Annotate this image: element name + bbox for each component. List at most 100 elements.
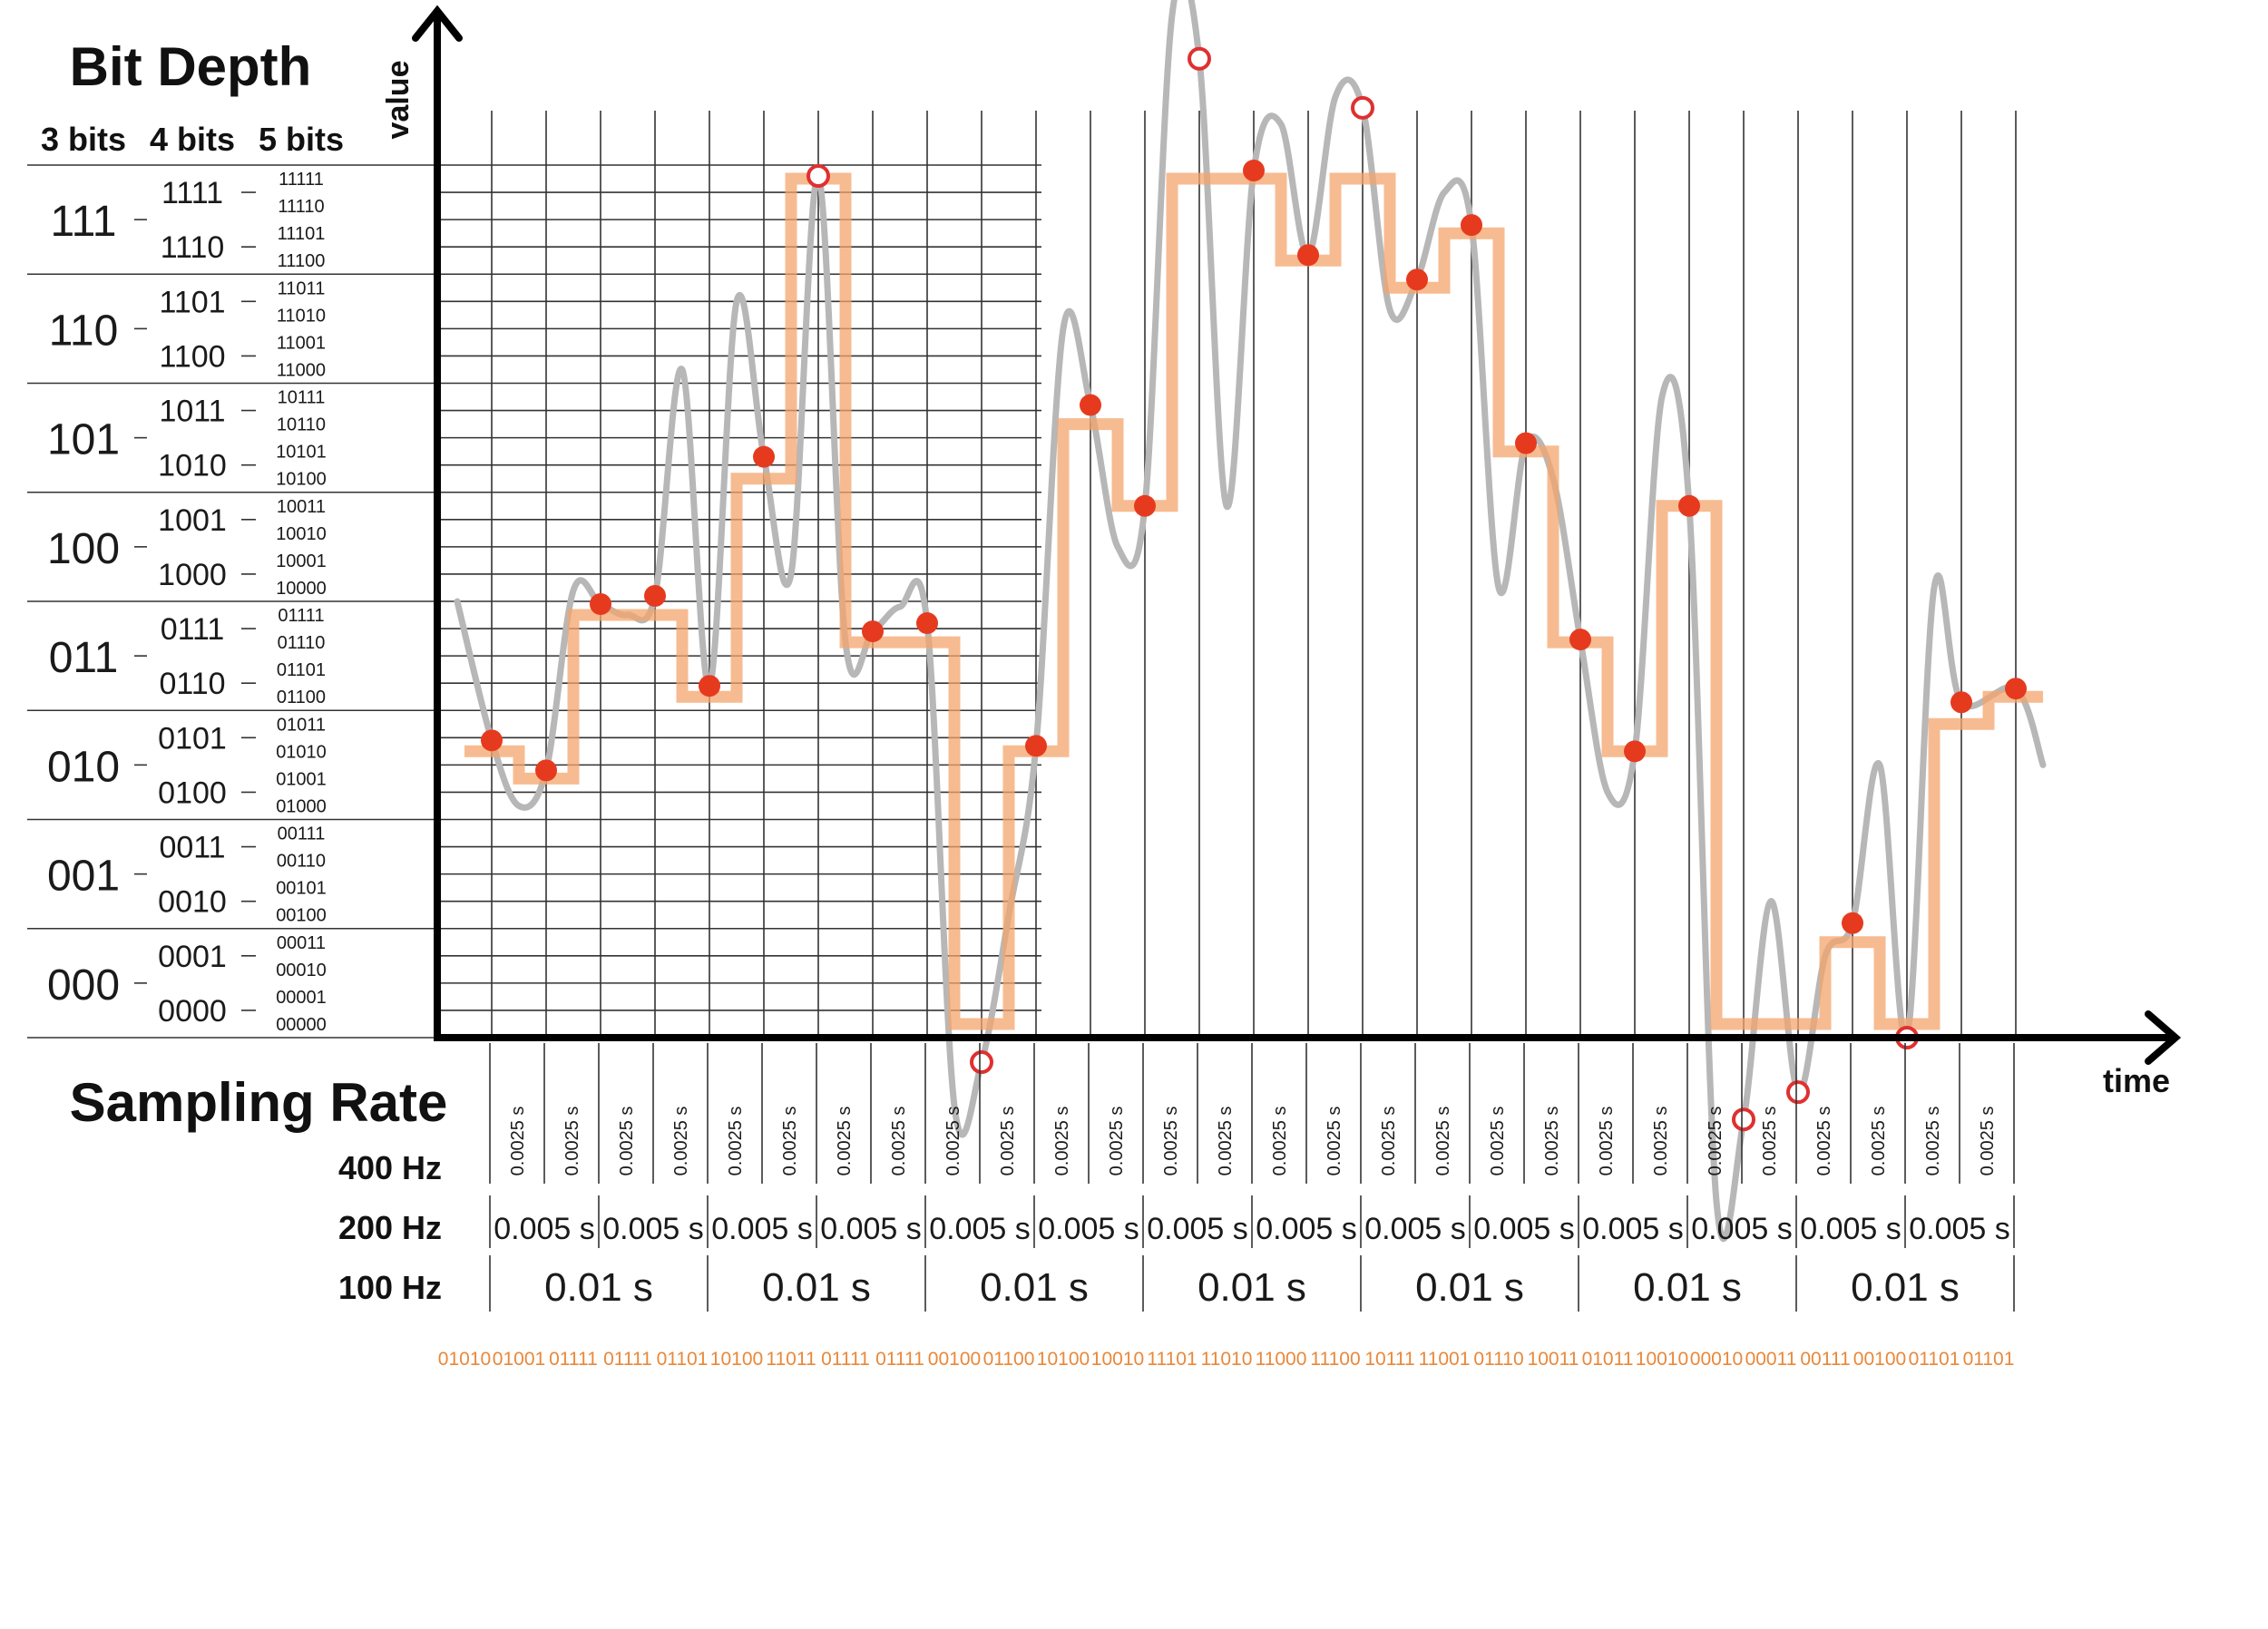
y-axis-label: value: [381, 61, 415, 140]
sample-point: [644, 584, 666, 607]
bit-code-5bit: 10001: [276, 551, 327, 571]
sample-point: [1678, 494, 1700, 517]
sample-point: [590, 593, 611, 616]
bit-code-4bit: 0100: [158, 775, 227, 810]
bit-code-5bit: 10101: [276, 443, 327, 463]
period-label-200hz: 0.005 s: [1473, 1212, 1575, 1246]
bit-depth-legend: Bit Depth 3 bits 4 bits 5 bits 111110101…: [41, 36, 344, 1035]
bit-code-4bit: 0111: [161, 612, 225, 647]
sample-point: [753, 445, 775, 468]
sample-point: [1569, 629, 1591, 651]
period-label-200hz: 0.005 s: [1038, 1212, 1139, 1246]
sample-point-clipped: [970, 1050, 993, 1075]
sampling-rate-legend: Sampling Rate 400 Hz 200 Hz 100 Hz 0.002…: [70, 1043, 2015, 1312]
rate-label-100hz: 100 Hz: [338, 1269, 442, 1306]
sample-point: [1624, 740, 1646, 763]
period-label-200hz: 0.005 s: [602, 1212, 704, 1246]
bit-code-5bit: 11101: [278, 224, 326, 244]
bit-code-5bit: 01000: [276, 796, 327, 816]
bit-code-4bit: 1100: [159, 339, 225, 374]
bit-code-5bit: 00010: [276, 961, 327, 980]
period-label-400hz: 0.0025 s: [1869, 1107, 1889, 1176]
bitstream-word: 10010: [1636, 1349, 1688, 1370]
bit-code-5bit: 00011: [277, 933, 326, 953]
bit-code-5bit: 01010: [276, 742, 327, 762]
bit-code-5bit: 10010: [276, 524, 327, 544]
bitstream-word: 10010: [1091, 1349, 1144, 1370]
bit-code-4bit: 0010: [158, 885, 227, 920]
bit-code-5bit: 00110: [277, 852, 326, 872]
bit-code-5bit: 00111: [278, 824, 326, 844]
period-label-400hz: 0.0025 s: [1814, 1107, 1834, 1176]
rate-label-200hz: 200 Hz: [338, 1209, 442, 1246]
sample-point: [1842, 912, 1863, 934]
bitstream-word: 01010: [438, 1349, 491, 1370]
bitstream-word: 11001: [1419, 1349, 1471, 1370]
bitstream-word: 01111: [821, 1349, 870, 1370]
period-label-400hz: 0.0025 s: [1706, 1107, 1725, 1176]
bitstream-word: 01100: [983, 1349, 1035, 1370]
period-label-200hz: 0.005 s: [711, 1212, 813, 1246]
bit-code-5bit: 11001: [277, 333, 326, 353]
sampling-periods: 0.0025 s 0.0025 s 0.0025 s 0.0025 s 0.0025 s…: [489, 1043, 2015, 1312]
bit-code-5bit: 10111: [278, 388, 326, 408]
period-label-400hz: 0.0025 s: [1107, 1107, 1127, 1176]
bit-code-5bit: 01011: [277, 715, 326, 735]
sample-point: [1406, 268, 1428, 291]
period-label-400hz: 0.0025 s: [1270, 1107, 1290, 1176]
period-label-100hz: 0.01 s: [762, 1265, 871, 1310]
period-label-400hz: 0.0025 s: [562, 1107, 582, 1176]
sample-point: [1950, 691, 1972, 714]
bit-code-5bit: 01100: [277, 688, 326, 707]
bitstream: 01010 01001 01111 01111 01101 10100 11011 01111…: [438, 1349, 2015, 1370]
bit-code-5bit: 00000: [276, 1015, 327, 1035]
bit-code-5bit: 10011: [277, 497, 326, 517]
bit-depth-column-4bits: 4 bits: [150, 121, 235, 158]
period-label-100hz: 0.01 s: [980, 1265, 1089, 1310]
bit-code-5bit: 00001: [276, 988, 327, 1008]
period-label-400hz: 0.0025 s: [1542, 1107, 1562, 1176]
period-label-400hz: 0.0025 s: [1597, 1107, 1617, 1176]
bit-code-5bit: 01001: [276, 769, 327, 789]
bit-code-5bit: 11010: [277, 306, 326, 326]
bitstream-word: 00100: [1853, 1349, 1906, 1370]
bitstream-word: 01111: [549, 1349, 598, 1370]
bitstream-word: 01011: [1582, 1349, 1634, 1370]
bit-depth-column-3bits: 3 bits: [41, 121, 126, 158]
bitstream-word: 01101: [1963, 1349, 2015, 1370]
bit-code-4bit: 1010: [158, 449, 227, 483]
bit-code-4bit: 0001: [158, 940, 227, 974]
bit-code-5bit: 01101: [277, 660, 326, 680]
sample-point-clipped: [1786, 1080, 1810, 1105]
rate-label-400hz: 400 Hz: [338, 1149, 442, 1186]
bitstream-word: 01110: [1473, 1349, 1523, 1370]
period-label-200hz: 0.005 s: [1147, 1212, 1248, 1246]
bitstream-word: 11010: [1201, 1349, 1253, 1370]
period-label-100hz: 0.01 s: [544, 1265, 653, 1310]
period-label-400hz: 0.0025 s: [671, 1107, 691, 1176]
bit-code-3bit: 010: [47, 743, 120, 791]
period-label-400hz: 0.0025 s: [1161, 1107, 1181, 1176]
bitstream-word: 01111: [603, 1349, 652, 1370]
period-label-400hz: 0.0025 s: [1760, 1107, 1780, 1176]
bit-code-3bit: 100: [47, 525, 120, 573]
period-label-400hz: 0.0025 s: [1325, 1107, 1344, 1176]
period-label-400hz: 0.0025 s: [943, 1107, 963, 1176]
bit-code-4bit: 1111: [161, 176, 223, 210]
period-label-100hz: 0.01 s: [1851, 1265, 1960, 1310]
bitstream-word: 10011: [1528, 1349, 1579, 1370]
period-label-400hz: 0.0025 s: [1216, 1107, 1236, 1176]
bitstream-word: 00100: [928, 1349, 981, 1370]
bit-code-5bit: 11000: [277, 360, 326, 380]
analog-signal-curve: [454, 0, 2047, 1243]
sample-point: [699, 675, 720, 697]
sample-point: [535, 759, 557, 782]
period-label-400hz: 0.0025 s: [780, 1107, 800, 1176]
bit-code-4bit: 0101: [158, 721, 227, 756]
period-label-400hz: 0.0025 s: [1651, 1107, 1671, 1176]
bit-code-4bit: 1101: [159, 285, 225, 319]
period-label-200hz: 0.005 s: [1909, 1212, 2010, 1246]
bit-code-3bit: 001: [47, 853, 120, 901]
bitstream-word: 01001: [493, 1349, 545, 1370]
bit-code-5bit: 11111: [279, 170, 324, 190]
